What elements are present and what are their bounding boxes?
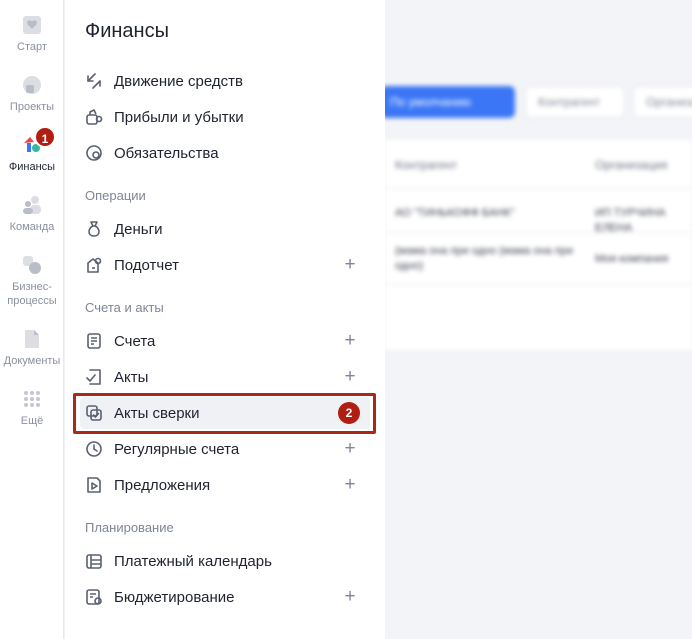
table-cell: АО "ТИНЬКОФФ БАНК" xyxy=(395,207,515,219)
counterparty-filter-button: Контрагент xyxy=(525,86,625,118)
rail-label-finance: Финансы xyxy=(8,161,56,173)
left-nav-rail: Старт Проекты Финансы Команда Бизнес- пр… xyxy=(0,0,64,639)
act-icon xyxy=(84,367,104,387)
rail-item-business-processes[interactable]: Бизнес- процессы xyxy=(0,254,64,308)
add-proposal-button[interactable]: + xyxy=(340,475,360,495)
add-accountable-button[interactable]: + xyxy=(340,255,360,275)
column-organization: Организация xyxy=(595,158,668,172)
add-recurring-invoice-button[interactable]: + xyxy=(340,439,360,459)
team-icon xyxy=(21,194,43,216)
menu-item-payment-calendar[interactable]: Платежный календарь xyxy=(80,545,370,577)
accountable-icon xyxy=(84,255,104,275)
menu-item-cash-flow[interactable]: Движение средств xyxy=(80,65,370,97)
menu-item-acts[interactable]: Акты + xyxy=(80,361,370,393)
rail-item-projects[interactable]: Проекты xyxy=(0,74,64,114)
menu-item-label: Предложения xyxy=(114,476,211,494)
rail-label-documents: Документы xyxy=(3,355,61,367)
menu-item-label: Бюджетирование xyxy=(114,588,235,606)
rail-label-business-processes: Бизнес- процессы xyxy=(7,281,57,307)
background-table: Контрагент Организация АО "ТИНЬКОФФ БАНК… xyxy=(385,140,692,350)
section-title-invoices-acts: Счета и акты xyxy=(85,300,164,315)
budget-icon xyxy=(84,587,104,607)
menu-item-recurring-invoices[interactable]: Регулярные счета + xyxy=(80,433,370,465)
rail-label-start: Старт xyxy=(17,41,47,53)
menu-item-label: Обязательства xyxy=(114,144,219,162)
menu-item-label: Деньги xyxy=(114,220,163,238)
grid-dots-icon xyxy=(21,388,43,410)
menu-item-obligations[interactable]: Обязательства xyxy=(80,137,370,169)
document-icon xyxy=(21,328,43,350)
proposal-icon xyxy=(84,475,104,495)
menu-item-label: Акты xyxy=(114,368,149,386)
obligations-icon xyxy=(84,143,104,163)
section-title-planning: Планирование xyxy=(85,520,174,535)
highlight-frame xyxy=(73,393,376,434)
finance-flyout-menu: Финансы Движение средств Прибыли и убытк… xyxy=(65,0,385,639)
heart-icon xyxy=(21,14,43,36)
rail-item-start[interactable]: Старт xyxy=(0,14,64,54)
menu-item-label: Прибыли и убытки xyxy=(114,108,244,126)
rail-item-team[interactable]: Команда xyxy=(0,194,64,234)
profit-loss-icon xyxy=(84,107,104,127)
organization-filter-button: Организация xyxy=(633,86,692,118)
payment-calendar-icon xyxy=(84,551,104,571)
background-page: По умолчанию Контрагент Организация Конт… xyxy=(385,0,692,639)
column-counterparty: Контрагент xyxy=(395,158,458,172)
menu-item-label: Подотчет xyxy=(114,256,179,274)
menu-item-money[interactable]: Деньги xyxy=(80,213,370,245)
invoice-icon xyxy=(84,331,104,351)
default-view-button: По умолчанию xyxy=(385,86,515,118)
rail-item-documents[interactable]: Документы xyxy=(0,328,64,368)
menu-item-invoices[interactable]: Счета + xyxy=(80,325,370,357)
menu-item-budgeting[interactable]: Бюджетирование + xyxy=(80,581,370,613)
add-budget-button[interactable]: + xyxy=(340,587,360,607)
menu-item-profit-loss[interactable]: Прибыли и убытки xyxy=(80,101,370,133)
table-cell: Моя компания xyxy=(595,253,669,265)
add-act-button[interactable]: + xyxy=(340,367,360,387)
rail-label-more: Ещё xyxy=(20,415,44,427)
add-invoice-button[interactable]: + xyxy=(340,331,360,351)
rail-item-more[interactable]: Ещё xyxy=(0,388,64,428)
menu-item-proposals[interactable]: Предложения + xyxy=(80,469,370,501)
menu-item-label: Регулярные счета xyxy=(114,440,240,458)
menu-item-label: Счета xyxy=(114,332,156,350)
menu-item-accountable[interactable]: Подотчет + xyxy=(80,249,370,281)
rail-label-team: Команда xyxy=(9,221,55,233)
menu-title: Финансы xyxy=(85,20,169,42)
reconciliation-step-badge: 2 xyxy=(338,402,360,424)
section-title-operations: Операции xyxy=(85,188,146,203)
business-process-icon xyxy=(21,254,43,276)
menu-item-label: Движение средств xyxy=(114,72,244,90)
projects-icon xyxy=(21,74,43,96)
rail-label-projects: Проекты xyxy=(9,101,55,113)
table-cell: (мама она при одно (мама она при одно) xyxy=(395,245,573,272)
money-bag-icon xyxy=(84,219,104,239)
clock-icon xyxy=(84,439,104,459)
transfer-arrows-icon xyxy=(84,71,104,91)
menu-item-label: Платежный календарь xyxy=(114,552,272,570)
finance-step-badge: 1 xyxy=(34,126,56,148)
